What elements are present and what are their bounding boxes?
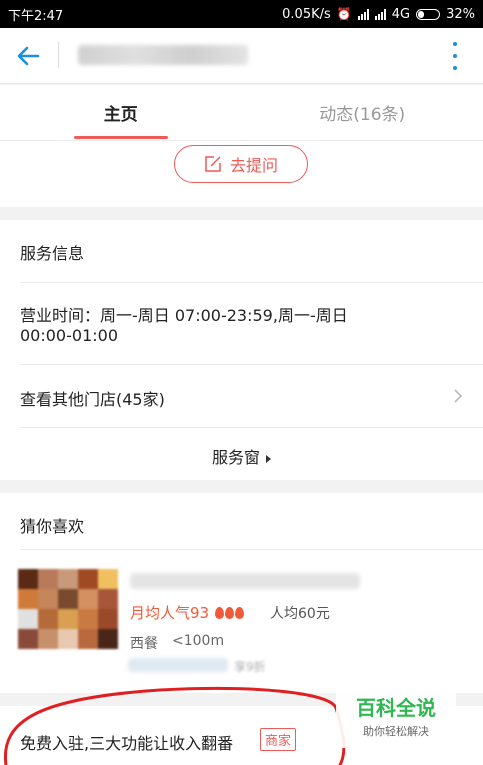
divider xyxy=(20,427,483,428)
other-stores-link[interactable]: 查看其他门店(45家) xyxy=(0,386,483,410)
divider xyxy=(20,364,483,365)
store-thumbnail[interactable] xyxy=(18,569,118,649)
recommend-heading: 猜你喜欢 xyxy=(20,517,85,536)
avg-price: 人均60元 xyxy=(270,606,330,622)
ask-question-button[interactable]: 去提问 xyxy=(174,145,308,183)
more-menu-icon[interactable] xyxy=(451,42,459,70)
service-info-section: 服务信息 营业时间：周一-周日 07:00-23:59,周一-周日 00:00-… xyxy=(0,220,483,480)
watermark-logo: 百科全说 助你轻松解决 xyxy=(336,688,456,748)
merchant-tag: 商家 xyxy=(260,728,297,751)
popularity: 月均人气93 xyxy=(130,602,244,623)
ask-section: 去提问 xyxy=(0,141,483,207)
business-hours-line1: 营业时间：周一-周日 07:00-23:59,周一-周日 xyxy=(20,306,348,325)
status-bar: 下午2:47 0.05K/s ⏰ 4G 32% xyxy=(0,0,483,28)
battery-percent: 32% xyxy=(446,6,475,22)
service-window-label: 服务窗 xyxy=(211,448,260,467)
net-speed: 0.05K/s xyxy=(282,6,331,22)
promo-badge-blurred xyxy=(128,658,228,672)
business-hours-line2: 00:00-01:00 xyxy=(20,326,118,345)
alarm-icon: ⏰ xyxy=(336,7,352,21)
tab-bar: 主页 动态(16条) xyxy=(0,85,483,141)
back-arrow-icon[interactable] xyxy=(14,42,42,70)
recommend-section: 猜你喜欢 月均人气93 人均60元 西餐 <100m 享9折 xyxy=(0,493,483,693)
distance: <100m xyxy=(172,633,225,649)
network-type: 4G xyxy=(391,6,411,22)
promo-text: 享9折 xyxy=(234,660,266,674)
service-window-link[interactable]: 服务窗 xyxy=(0,444,483,468)
status-time: 下午2:47 xyxy=(8,8,64,24)
category: 西餐 xyxy=(130,636,158,652)
app-header xyxy=(0,28,483,84)
watermark-subtitle: 助你轻松解决 xyxy=(363,725,429,738)
service-heading: 服务信息 xyxy=(20,244,85,263)
chevron-right-icon xyxy=(454,389,463,403)
tab-home[interactable]: 主页 xyxy=(0,85,242,140)
popularity-text: 月均人气93 xyxy=(130,604,210,622)
watermark-title: 百科全说 xyxy=(356,696,436,720)
triangle-right-icon xyxy=(266,454,271,463)
divider xyxy=(20,282,483,283)
signal-icon-2 xyxy=(374,8,386,20)
signal-icon xyxy=(357,8,369,20)
tab-updates[interactable]: 动态(16条) xyxy=(242,85,483,140)
status-right: 0.05K/s ⏰ 4G 32% xyxy=(282,7,475,22)
divider xyxy=(20,549,483,550)
store-title-blurred xyxy=(78,45,248,65)
banner-text: 免费入驻,三大功能让收入翻番 xyxy=(20,734,234,753)
flame-icon xyxy=(214,604,244,622)
store-name-blurred xyxy=(130,573,360,589)
ask-question-label: 去提问 xyxy=(229,156,278,175)
header-divider xyxy=(58,42,59,68)
battery-icon xyxy=(416,8,441,20)
edit-icon xyxy=(205,156,221,172)
